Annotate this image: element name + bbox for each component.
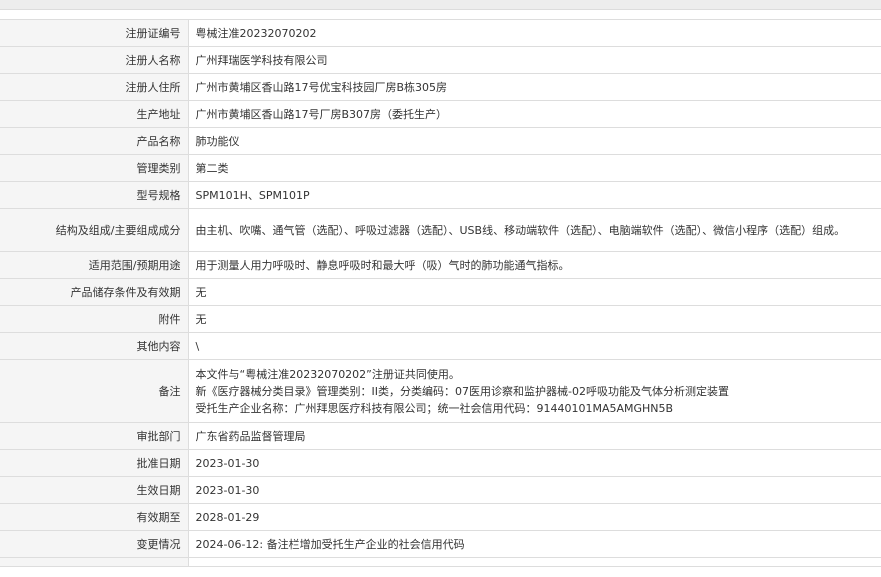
remarks-line: 本文件与“粤械注准20232070202”注册证共同使用。 xyxy=(195,367,460,381)
field-label-structure-composition: 结构及组成/主要组成成分 xyxy=(0,208,189,252)
field-value-attachment: 无 xyxy=(187,305,881,333)
table-row: 附件 无 xyxy=(0,305,881,333)
field-value-remarks: 本文件与“粤械注准20232070202”注册证共同使用。 新《医疗器械分类目录… xyxy=(187,359,881,423)
table-row: 批准日期 2023-01-30 xyxy=(0,449,881,477)
field-label-partial xyxy=(0,557,189,567)
table-row: 生效日期 2023-01-30 xyxy=(0,476,881,504)
field-value-approval-department: 广东省药品监督管理局 xyxy=(187,422,881,450)
field-value-structure-composition: 由主机、吹嘴、通气管（选配）、呼吸过滤器（选配）、USB线、移动端软件（选配）、… xyxy=(187,208,881,252)
registration-detail-table: 注册证编号 粤械注准20232070202 注册人名称 广州拜瑞医学科技有限公司… xyxy=(0,19,881,567)
field-label-approval-date: 批准日期 xyxy=(0,449,189,477)
table-row: 适用范围/预期用途 用于测量人用力呼吸时、静息呼吸时和最大呼（吸）气时的肺功能通… xyxy=(0,251,881,279)
field-label-intended-use: 适用范围/预期用途 xyxy=(0,251,189,279)
field-value-registrant-address: 广州市黄埔区香山路17号优宝科技园厂房B栋305房 xyxy=(187,73,881,101)
field-label-expiry-date: 有效期至 xyxy=(0,503,189,531)
table-row: 其他内容 \ xyxy=(0,332,881,360)
header-ghost-glyph xyxy=(8,0,78,2)
field-value-registrant-name: 广州拜瑞医学科技有限公司 xyxy=(187,46,881,74)
page-header-strip xyxy=(0,0,881,10)
field-label-other-content: 其他内容 xyxy=(0,332,189,360)
field-value-product-name: 肺功能仪 xyxy=(187,127,881,155)
field-label-approval-department: 审批部门 xyxy=(0,422,189,450)
field-label-effective-date: 生效日期 xyxy=(0,476,189,504)
field-value-model-spec: SPM101H、SPM101P xyxy=(187,181,881,209)
field-label-registrant-address: 注册人住所 xyxy=(0,73,189,101)
table-row: 备注 本文件与“粤械注准20232070202”注册证共同使用。 新《医疗器械分… xyxy=(0,359,881,423)
field-value-effective-date: 2023-01-30 xyxy=(187,476,881,504)
field-label-storage-validity: 产品储存条件及有效期 xyxy=(0,278,189,306)
field-label-registrant-name: 注册人名称 xyxy=(0,46,189,74)
field-value-partial xyxy=(187,557,881,567)
table-row: 注册人名称 广州拜瑞医学科技有限公司 xyxy=(0,46,881,74)
table-row: 注册人住所 广州市黄埔区香山路17号优宝科技园厂房B栋305房 xyxy=(0,73,881,101)
field-label-registration-number: 注册证编号 xyxy=(0,19,189,47)
field-label-change-history: 变更情况 xyxy=(0,530,189,558)
field-value-approval-date: 2023-01-30 xyxy=(187,449,881,477)
field-value-intended-use: 用于测量人用力呼吸时、静息呼吸时和最大呼（吸）气时的肺功能通气指标。 xyxy=(187,251,881,279)
table-row: 产品储存条件及有效期 无 xyxy=(0,278,881,306)
field-label-model-spec: 型号规格 xyxy=(0,181,189,209)
field-label-attachment: 附件 xyxy=(0,305,189,333)
table-row: 注册证编号 粤械注准20232070202 xyxy=(0,19,881,47)
field-value-production-address: 广州市黄埔区香山路17号厂房B307房（委托生产） xyxy=(187,100,881,128)
field-value-registration-number: 粤械注准20232070202 xyxy=(187,19,881,47)
field-label-product-name: 产品名称 xyxy=(0,127,189,155)
field-value-management-category: 第二类 xyxy=(187,154,881,182)
remarks-line: 受托生产企业名称：广州拜思医疗科技有限公司；统一社会信用代码：91440101M… xyxy=(195,401,674,415)
field-value-expiry-date: 2028-01-29 xyxy=(187,503,881,531)
table-row: 型号规格 SPM101H、SPM101P xyxy=(0,181,881,209)
field-label-management-category: 管理类别 xyxy=(0,154,189,182)
table-row: 审批部门 广东省药品监督管理局 xyxy=(0,422,881,450)
field-label-production-address: 生产地址 xyxy=(0,100,189,128)
table-row: 产品名称 肺功能仪 xyxy=(0,127,881,155)
table-row-partial xyxy=(0,557,881,567)
field-value-change-history: 2024-06-12: 备注栏增加受托生产企业的社会信用代码 xyxy=(187,530,881,558)
table-row: 结构及组成/主要组成成分 由主机、吹嘴、通气管（选配）、呼吸过滤器（选配）、US… xyxy=(0,208,881,252)
table-row: 有效期至 2028-01-29 xyxy=(0,503,881,531)
table-row: 生产地址 广州市黄埔区香山路17号厂房B307房（委托生产） xyxy=(0,100,881,128)
field-label-remarks: 备注 xyxy=(0,359,189,423)
field-value-other-content: \ xyxy=(187,332,881,360)
table-row: 管理类别 第二类 xyxy=(0,154,881,182)
remarks-line: 新《医疗器械分类目录》管理类别：II类，分类编码：07医用诊察和监护器械-02呼… xyxy=(195,384,729,398)
table-row: 变更情况 2024-06-12: 备注栏增加受托生产企业的社会信用代码 xyxy=(0,530,881,558)
field-value-storage-validity: 无 xyxy=(187,278,881,306)
